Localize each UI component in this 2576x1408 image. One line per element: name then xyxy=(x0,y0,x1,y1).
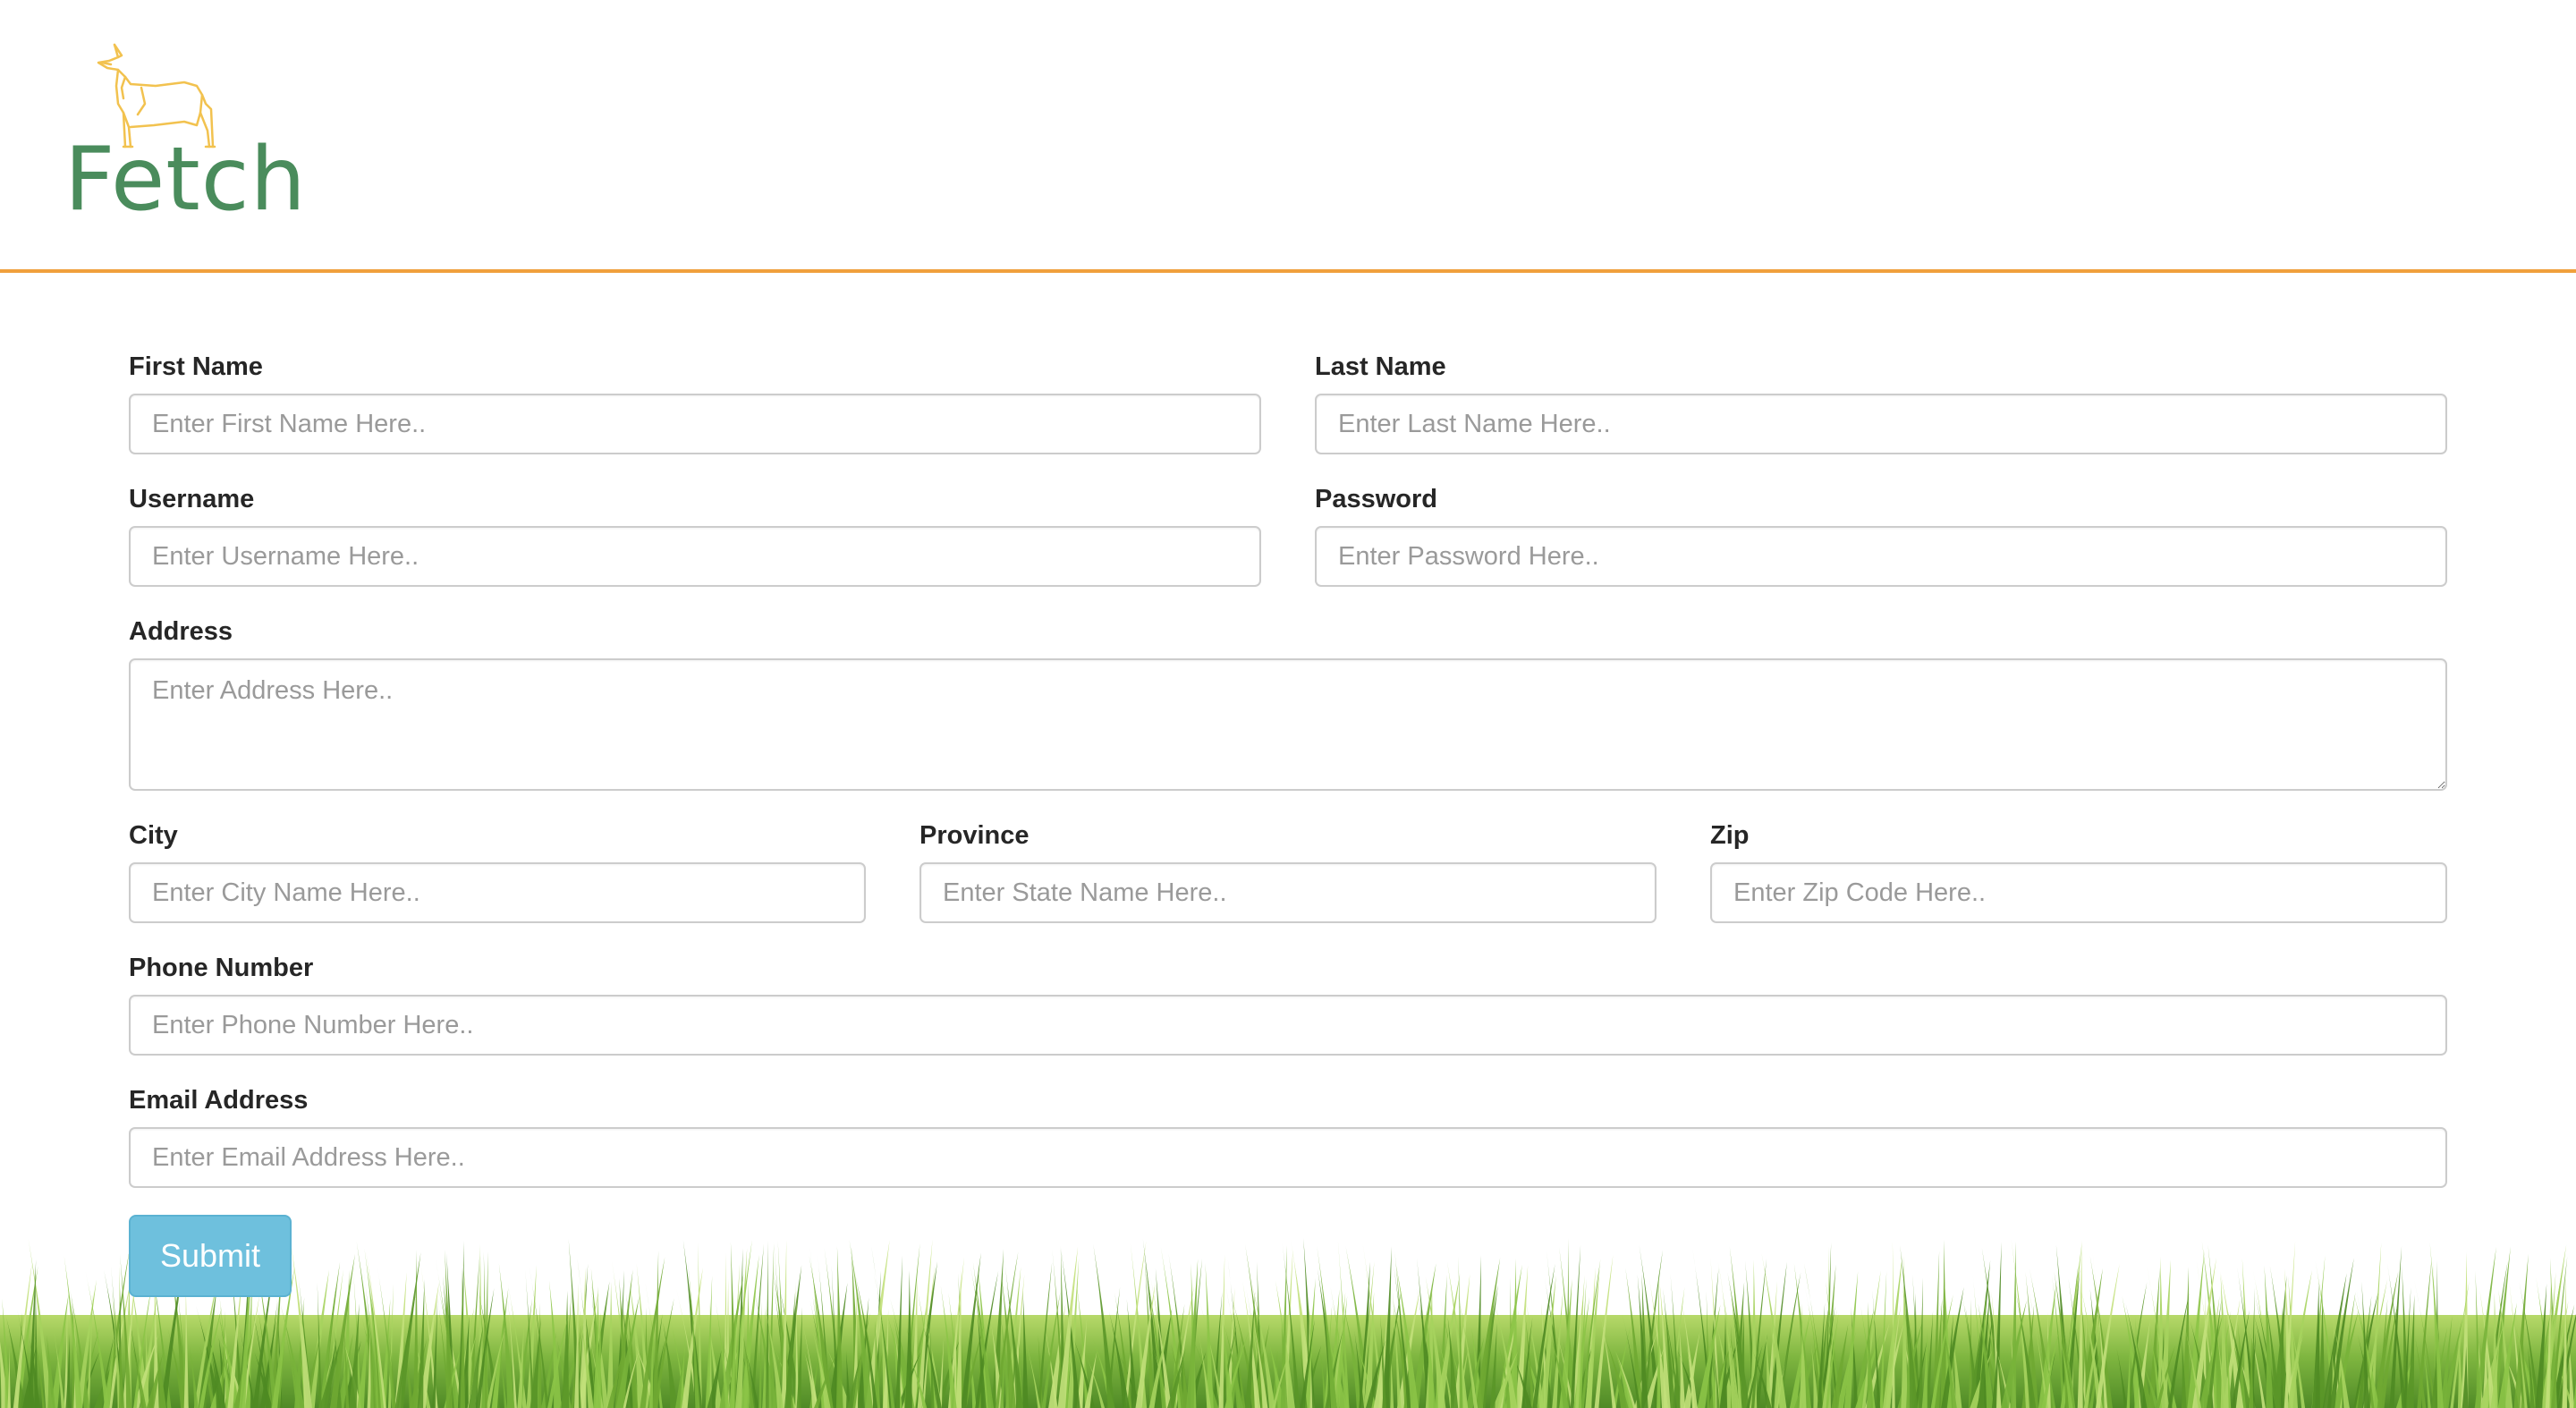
last-name-label: Last Name xyxy=(1315,352,1446,381)
grass-image xyxy=(0,1238,2576,1408)
phone-label: Phone Number xyxy=(129,954,314,982)
submit-button[interactable]: Submit xyxy=(129,1215,292,1297)
password-input[interactable] xyxy=(1315,526,2447,587)
zip-label: Zip xyxy=(1710,821,1750,850)
first-name-input[interactable] xyxy=(129,394,1261,454)
address-label: Address xyxy=(129,617,233,646)
header: Fetch xyxy=(0,0,2576,273)
password-label: Password xyxy=(1315,485,1437,513)
email-label: Email Address xyxy=(129,1086,309,1115)
last-name-input[interactable] xyxy=(1315,394,2447,454)
phone-input[interactable] xyxy=(129,995,2447,1056)
zip-input[interactable] xyxy=(1710,862,2447,923)
city-input[interactable] xyxy=(129,862,866,923)
address-textarea[interactable] xyxy=(129,658,2447,791)
email-input[interactable] xyxy=(129,1127,2447,1188)
logo[interactable]: Fetch xyxy=(64,36,306,233)
province-input[interactable] xyxy=(919,862,1657,923)
province-label: Province xyxy=(919,821,1030,850)
signup-page: Fetch First Name Last Name Username Pass… xyxy=(0,0,2576,1408)
brand-name: Fetch xyxy=(64,129,307,231)
city-label: City xyxy=(129,821,178,850)
username-label: Username xyxy=(129,485,255,513)
username-input[interactable] xyxy=(129,526,1261,587)
first-name-label: First Name xyxy=(129,352,263,381)
